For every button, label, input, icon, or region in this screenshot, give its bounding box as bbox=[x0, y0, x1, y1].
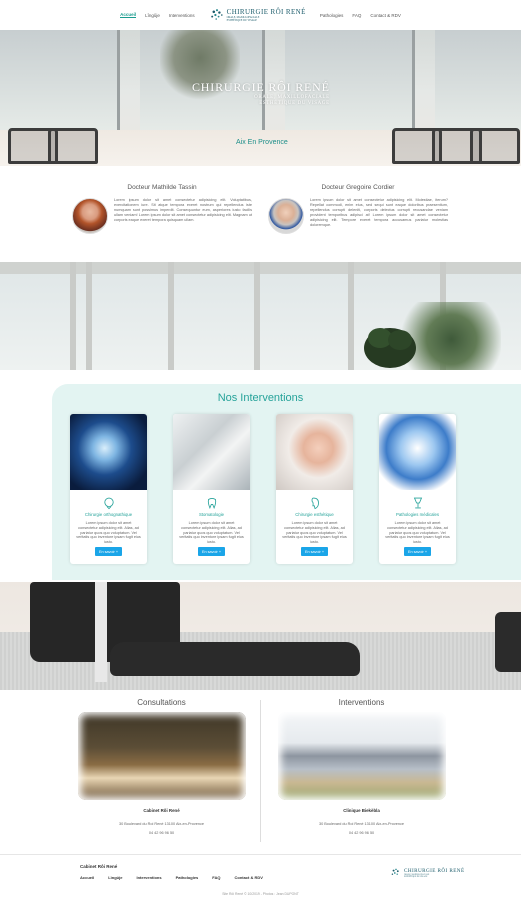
doctor-card: Docteur Gregoire Cordier Lorem ipsum dol… bbox=[268, 184, 448, 234]
chair-seat bbox=[110, 642, 360, 676]
section-title: Nos Interventions bbox=[217, 392, 304, 404]
hero-window-pane bbox=[435, 30, 521, 132]
learn-more-button[interactable]: En savoir + bbox=[301, 547, 328, 556]
plant-icon bbox=[364, 328, 416, 368]
doctor-photo bbox=[268, 198, 304, 234]
face-icon bbox=[311, 497, 319, 510]
footer-logo-title: CHIRURGIE RÔI RENÉ bbox=[404, 867, 465, 874]
doctor-name: Docteur Mathilde Tassin bbox=[127, 184, 197, 191]
location-image bbox=[77, 712, 246, 800]
card-text: Lorem ipsum dolor sit amet consectetur a… bbox=[282, 521, 347, 545]
nav-item-linguje[interactable]: Lîngûje bbox=[145, 13, 160, 18]
footer-logo-subtitle-2: ESTHÉTIQUE DU VISAGE bbox=[404, 876, 428, 878]
location-address: 30 Boulevard du Roi René 13100 Aix-en-Pr… bbox=[118, 822, 205, 826]
card-image bbox=[70, 414, 147, 490]
nav-item-faq[interactable]: FAQ bbox=[352, 13, 361, 18]
window-photo-band bbox=[0, 262, 521, 370]
hero-logo: CHIRURGIE RÔI RENÉ ORALE, MAXILLOFACIALE… bbox=[192, 80, 330, 107]
location-address: 30 Boulevard du Roi René 13100 Aix-en-Pr… bbox=[318, 822, 405, 826]
doctor-bio: Lorem ipsum dolor sit amet consectetur a… bbox=[310, 198, 448, 227]
top-navigation: Accueil Lîngûje Interventions CHIRURGIE … bbox=[0, 0, 521, 30]
doctor-bio: Lorem ipsum dolor sit amet consectetur a… bbox=[114, 198, 252, 222]
footer-credits: Site Rôi René © 10/2019 - Photos : Jean … bbox=[222, 892, 299, 896]
location-card: Interventions Clinique Biekèbla 30 Boule… bbox=[274, 698, 449, 835]
location-name: Cabinet Rôi René bbox=[143, 808, 180, 813]
footer-logo[interactable]: CHIRURGIE RÔI RENÉ ORALE, MAXILLOFACIALE… bbox=[390, 867, 465, 879]
location-image bbox=[277, 712, 446, 800]
hero-window-pane bbox=[0, 30, 120, 132]
card-text: Lorem ipsum dolor sit amet consectetur a… bbox=[179, 521, 244, 545]
intervention-card[interactable]: Chirurgie orthognathique Lorem ipsum dol… bbox=[70, 414, 147, 564]
footer-link-pathologies[interactable]: Pathologies bbox=[176, 875, 199, 880]
footer-links: Accueil Lîngûje Interventions Pathologie… bbox=[80, 875, 263, 880]
hero-banner: CHIRURGIE RÔI RENÉ ORALE, MAXILLOFACIALE… bbox=[0, 30, 521, 166]
chair bbox=[495, 612, 521, 672]
location-title: Consultations bbox=[137, 698, 186, 707]
nav-item-pathologies[interactable]: Pathologies bbox=[320, 13, 344, 18]
locations-section: Consultations Cabinet Rôi René 30 Boulev… bbox=[0, 690, 521, 850]
butterfly-logo-icon bbox=[210, 9, 223, 20]
chalice-icon bbox=[413, 497, 422, 509]
nav-item-interventions[interactable]: Interventions bbox=[169, 13, 195, 18]
nav-item-contact[interactable]: Contact & RDV bbox=[370, 13, 401, 18]
hero-title: CHIRURGIE RÔI RENÉ bbox=[192, 80, 330, 94]
nav-item-accueil[interactable]: Accueil bbox=[120, 12, 137, 18]
learn-more-button[interactable]: En savoir + bbox=[95, 547, 122, 556]
card-image bbox=[276, 414, 353, 490]
nav-left-group: Accueil Lîngûje Interventions bbox=[120, 12, 195, 18]
doctor-name: Docteur Gregoire Cordier bbox=[321, 184, 395, 191]
location-phone[interactable]: 04 42 96 96 50 bbox=[74, 831, 249, 835]
card-image bbox=[379, 414, 456, 490]
location-phone[interactable]: 04 42 96 96 50 bbox=[274, 831, 449, 835]
hero-chair bbox=[48, 128, 98, 164]
logo-title: CHIRURGIE RÔI RENÉ bbox=[226, 8, 306, 16]
doctors-section: Docteur Mathilde Tassin Lorem ipsum dolo… bbox=[0, 166, 521, 262]
doctor-card: Docteur Mathilde Tassin Lorem ipsum dolo… bbox=[72, 184, 252, 234]
intervention-card[interactable]: Pathologies médicales Lorem ipsum dolor … bbox=[379, 414, 456, 564]
intervention-card[interactable]: Stomatologie Lorem ipsum dolor sit amet … bbox=[173, 414, 250, 564]
hero-city: Aix En Provence bbox=[236, 139, 288, 146]
tooth-face-icon bbox=[103, 497, 114, 510]
location-title: Interventions bbox=[338, 698, 385, 707]
hero-subtitle-2: ESTHÉTIQUE DU VISAGE bbox=[259, 101, 330, 106]
card-text: Lorem ipsum dolor sit amet consectetur a… bbox=[385, 521, 450, 545]
divider bbox=[260, 700, 261, 842]
learn-more-button[interactable]: En savoir + bbox=[404, 547, 431, 556]
hero-chair bbox=[470, 128, 520, 164]
interventions-section: Nos Interventions Chirurgie orthognathiq… bbox=[52, 384, 521, 580]
tooth-icon bbox=[207, 498, 216, 509]
intervention-cards: Chirurgie orthognathique Lorem ipsum dol… bbox=[70, 414, 456, 564]
location-card: Consultations Cabinet Rôi René 30 Boulev… bbox=[74, 698, 249, 835]
card-text: Lorem ipsum dolor sit amet consectetur a… bbox=[76, 521, 141, 545]
location-name: Clinique Biekèbla bbox=[343, 808, 380, 813]
footer-link-interventions[interactable]: Interventions bbox=[136, 875, 161, 880]
footer: Cabinet Rôi René Accueil Lîngûje Interve… bbox=[0, 854, 521, 900]
butterfly-logo-icon bbox=[391, 868, 399, 875]
card-image bbox=[173, 414, 250, 490]
footer-link-contact[interactable]: Contact & RDV bbox=[235, 875, 263, 880]
intervention-card[interactable]: Chirurgie esthétique Lorem ipsum dolor s… bbox=[276, 414, 353, 564]
logo-subtitle-2: ESTHÉTIQUE DU VISAGE bbox=[226, 19, 258, 22]
footer-link-accueil[interactable]: Accueil bbox=[80, 875, 94, 880]
doctor-photo bbox=[72, 198, 108, 234]
learn-more-button[interactable]: En savoir + bbox=[198, 547, 225, 556]
footer-link-faq[interactable]: FAQ bbox=[212, 875, 220, 880]
footer-title: Cabinet Rôi René bbox=[80, 864, 118, 869]
footer-link-linguje[interactable]: Lîngûje bbox=[108, 875, 122, 880]
nav-logo[interactable]: CHIRURGIE RÔI RENÉ ORALE, MAXILLOFACIALE… bbox=[209, 7, 306, 23]
nav-right-group: Pathologies FAQ Contact & RDV bbox=[320, 13, 401, 18]
chair-photo-band bbox=[0, 582, 521, 690]
